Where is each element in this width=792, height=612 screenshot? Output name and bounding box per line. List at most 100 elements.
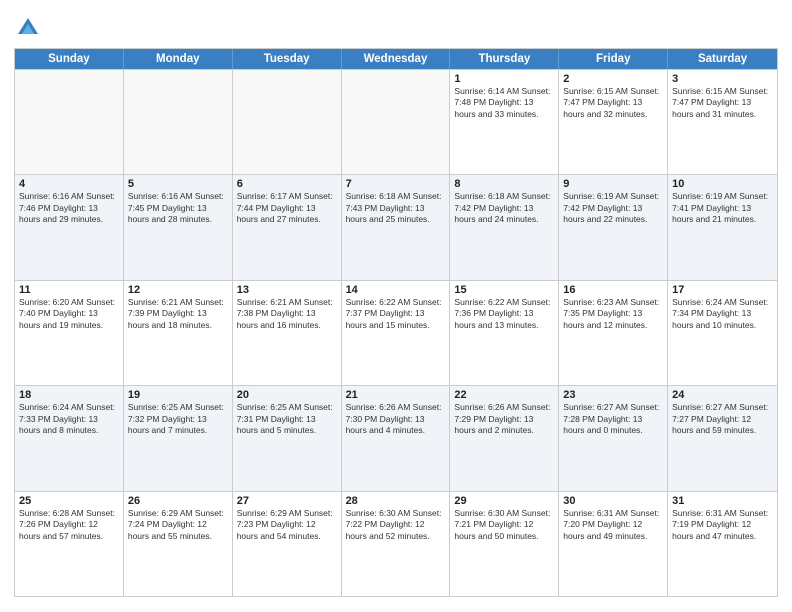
- day-info: Sunrise: 6:25 AM Sunset: 7:32 PM Dayligh…: [128, 402, 228, 436]
- calendar-cell: [124, 70, 233, 174]
- day-number: 7: [346, 178, 446, 190]
- calendar-cell: [233, 70, 342, 174]
- day-number: 15: [454, 284, 554, 296]
- day-info: Sunrise: 6:22 AM Sunset: 7:37 PM Dayligh…: [346, 297, 446, 331]
- cal-header-day: Friday: [559, 49, 668, 69]
- calendar-cell: 11Sunrise: 6:20 AM Sunset: 7:40 PM Dayli…: [15, 281, 124, 385]
- cal-header-day: Saturday: [668, 49, 777, 69]
- day-info: Sunrise: 6:31 AM Sunset: 7:19 PM Dayligh…: [672, 508, 773, 542]
- calendar-cell: 15Sunrise: 6:22 AM Sunset: 7:36 PM Dayli…: [450, 281, 559, 385]
- cal-header-day: Tuesday: [233, 49, 342, 69]
- day-info: Sunrise: 6:27 AM Sunset: 7:28 PM Dayligh…: [563, 402, 663, 436]
- day-number: 11: [19, 284, 119, 296]
- calendar: SundayMondayTuesdayWednesdayThursdayFrid…: [14, 48, 778, 597]
- day-number: 24: [672, 389, 773, 401]
- day-number: 23: [563, 389, 663, 401]
- calendar-header: SundayMondayTuesdayWednesdayThursdayFrid…: [15, 49, 777, 69]
- calendar-row: 11Sunrise: 6:20 AM Sunset: 7:40 PM Dayli…: [15, 280, 777, 385]
- calendar-cell: 3Sunrise: 6:15 AM Sunset: 7:47 PM Daylig…: [668, 70, 777, 174]
- calendar-body: 1Sunrise: 6:14 AM Sunset: 7:48 PM Daylig…: [15, 69, 777, 596]
- day-number: 4: [19, 178, 119, 190]
- day-info: Sunrise: 6:24 AM Sunset: 7:33 PM Dayligh…: [19, 402, 119, 436]
- day-info: Sunrise: 6:16 AM Sunset: 7:46 PM Dayligh…: [19, 191, 119, 225]
- calendar-cell: 24Sunrise: 6:27 AM Sunset: 7:27 PM Dayli…: [668, 386, 777, 490]
- day-number: 29: [454, 495, 554, 507]
- calendar-cell: 9Sunrise: 6:19 AM Sunset: 7:42 PM Daylig…: [559, 175, 668, 279]
- day-number: 8: [454, 178, 554, 190]
- day-number: 18: [19, 389, 119, 401]
- day-number: 25: [19, 495, 119, 507]
- calendar-cell: 10Sunrise: 6:19 AM Sunset: 7:41 PM Dayli…: [668, 175, 777, 279]
- calendar-cell: 22Sunrise: 6:26 AM Sunset: 7:29 PM Dayli…: [450, 386, 559, 490]
- day-info: Sunrise: 6:26 AM Sunset: 7:29 PM Dayligh…: [454, 402, 554, 436]
- calendar-cell: 17Sunrise: 6:24 AM Sunset: 7:34 PM Dayli…: [668, 281, 777, 385]
- calendar-cell: 14Sunrise: 6:22 AM Sunset: 7:37 PM Dayli…: [342, 281, 451, 385]
- calendar-cell: 8Sunrise: 6:18 AM Sunset: 7:42 PM Daylig…: [450, 175, 559, 279]
- calendar-cell: 4Sunrise: 6:16 AM Sunset: 7:46 PM Daylig…: [15, 175, 124, 279]
- day-info: Sunrise: 6:16 AM Sunset: 7:45 PM Dayligh…: [128, 191, 228, 225]
- header: [14, 10, 778, 42]
- calendar-row: 1Sunrise: 6:14 AM Sunset: 7:48 PM Daylig…: [15, 69, 777, 174]
- calendar-cell: 30Sunrise: 6:31 AM Sunset: 7:20 PM Dayli…: [559, 492, 668, 596]
- calendar-cell: 26Sunrise: 6:29 AM Sunset: 7:24 PM Dayli…: [124, 492, 233, 596]
- calendar-cell: 18Sunrise: 6:24 AM Sunset: 7:33 PM Dayli…: [15, 386, 124, 490]
- calendar-cell: 1Sunrise: 6:14 AM Sunset: 7:48 PM Daylig…: [450, 70, 559, 174]
- day-info: Sunrise: 6:15 AM Sunset: 7:47 PM Dayligh…: [672, 86, 773, 120]
- calendar-cell: 6Sunrise: 6:17 AM Sunset: 7:44 PM Daylig…: [233, 175, 342, 279]
- calendar-row: 18Sunrise: 6:24 AM Sunset: 7:33 PM Dayli…: [15, 385, 777, 490]
- calendar-cell: 29Sunrise: 6:30 AM Sunset: 7:21 PM Dayli…: [450, 492, 559, 596]
- calendar-cell: 2Sunrise: 6:15 AM Sunset: 7:47 PM Daylig…: [559, 70, 668, 174]
- day-info: Sunrise: 6:19 AM Sunset: 7:41 PM Dayligh…: [672, 191, 773, 225]
- day-info: Sunrise: 6:22 AM Sunset: 7:36 PM Dayligh…: [454, 297, 554, 331]
- day-info: Sunrise: 6:29 AM Sunset: 7:23 PM Dayligh…: [237, 508, 337, 542]
- day-number: 3: [672, 73, 773, 85]
- page: SundayMondayTuesdayWednesdayThursdayFrid…: [0, 0, 792, 612]
- day-info: Sunrise: 6:21 AM Sunset: 7:39 PM Dayligh…: [128, 297, 228, 331]
- calendar-cell: 31Sunrise: 6:31 AM Sunset: 7:19 PM Dayli…: [668, 492, 777, 596]
- day-info: Sunrise: 6:17 AM Sunset: 7:44 PM Dayligh…: [237, 191, 337, 225]
- calendar-cell: 28Sunrise: 6:30 AM Sunset: 7:22 PM Dayli…: [342, 492, 451, 596]
- day-info: Sunrise: 6:31 AM Sunset: 7:20 PM Dayligh…: [563, 508, 663, 542]
- day-number: 12: [128, 284, 228, 296]
- calendar-cell: 27Sunrise: 6:29 AM Sunset: 7:23 PM Dayli…: [233, 492, 342, 596]
- day-number: 31: [672, 495, 773, 507]
- day-number: 6: [237, 178, 337, 190]
- cal-header-day: Thursday: [450, 49, 559, 69]
- day-number: 21: [346, 389, 446, 401]
- day-number: 2: [563, 73, 663, 85]
- day-number: 17: [672, 284, 773, 296]
- day-number: 22: [454, 389, 554, 401]
- day-number: 27: [237, 495, 337, 507]
- day-number: 10: [672, 178, 773, 190]
- calendar-cell: 20Sunrise: 6:25 AM Sunset: 7:31 PM Dayli…: [233, 386, 342, 490]
- day-info: Sunrise: 6:27 AM Sunset: 7:27 PM Dayligh…: [672, 402, 773, 436]
- logo-icon: [14, 14, 42, 42]
- day-info: Sunrise: 6:20 AM Sunset: 7:40 PM Dayligh…: [19, 297, 119, 331]
- logo: [14, 14, 46, 42]
- day-info: Sunrise: 6:29 AM Sunset: 7:24 PM Dayligh…: [128, 508, 228, 542]
- day-info: Sunrise: 6:28 AM Sunset: 7:26 PM Dayligh…: [19, 508, 119, 542]
- day-info: Sunrise: 6:14 AM Sunset: 7:48 PM Dayligh…: [454, 86, 554, 120]
- day-info: Sunrise: 6:21 AM Sunset: 7:38 PM Dayligh…: [237, 297, 337, 331]
- calendar-cell: 21Sunrise: 6:26 AM Sunset: 7:30 PM Dayli…: [342, 386, 451, 490]
- cal-header-day: Sunday: [15, 49, 124, 69]
- day-info: Sunrise: 6:30 AM Sunset: 7:21 PM Dayligh…: [454, 508, 554, 542]
- cal-header-day: Monday: [124, 49, 233, 69]
- calendar-cell: 19Sunrise: 6:25 AM Sunset: 7:32 PM Dayli…: [124, 386, 233, 490]
- day-number: 13: [237, 284, 337, 296]
- calendar-cell: 16Sunrise: 6:23 AM Sunset: 7:35 PM Dayli…: [559, 281, 668, 385]
- day-info: Sunrise: 6:19 AM Sunset: 7:42 PM Dayligh…: [563, 191, 663, 225]
- day-number: 5: [128, 178, 228, 190]
- calendar-cell: 7Sunrise: 6:18 AM Sunset: 7:43 PM Daylig…: [342, 175, 451, 279]
- day-info: Sunrise: 6:25 AM Sunset: 7:31 PM Dayligh…: [237, 402, 337, 436]
- day-number: 16: [563, 284, 663, 296]
- day-info: Sunrise: 6:30 AM Sunset: 7:22 PM Dayligh…: [346, 508, 446, 542]
- day-info: Sunrise: 6:24 AM Sunset: 7:34 PM Dayligh…: [672, 297, 773, 331]
- calendar-row: 4Sunrise: 6:16 AM Sunset: 7:46 PM Daylig…: [15, 174, 777, 279]
- calendar-cell: 5Sunrise: 6:16 AM Sunset: 7:45 PM Daylig…: [124, 175, 233, 279]
- calendar-cell: [15, 70, 124, 174]
- day-number: 9: [563, 178, 663, 190]
- day-number: 30: [563, 495, 663, 507]
- day-info: Sunrise: 6:15 AM Sunset: 7:47 PM Dayligh…: [563, 86, 663, 120]
- day-number: 26: [128, 495, 228, 507]
